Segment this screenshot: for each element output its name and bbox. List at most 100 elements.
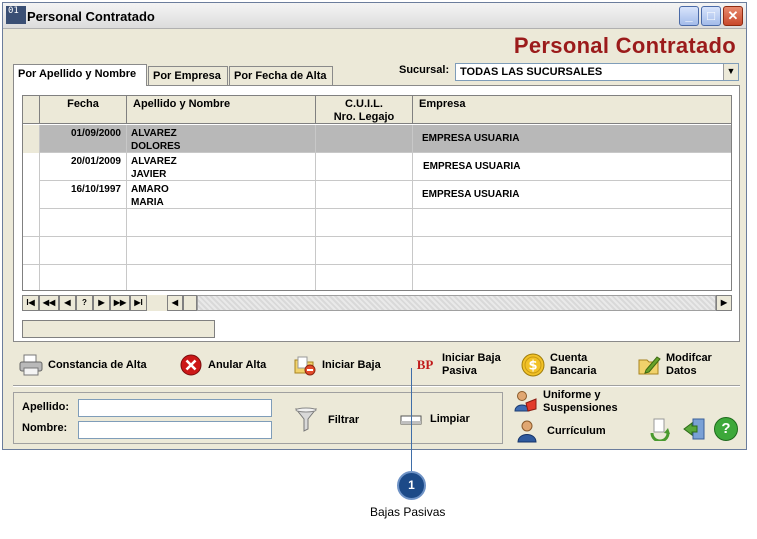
next-record-button[interactable]: ▶ — [93, 295, 110, 311]
cell-apellido-nombre: AMARO MARIA — [127, 181, 316, 209]
sucursal-value: TODAS LAS SUCURSALES — [460, 66, 603, 78]
bp-icon: BP — [416, 357, 434, 372]
cell-nombre: JAVIER — [131, 169, 167, 180]
cell-nombre: MARIA — [131, 197, 164, 208]
header-cuil-legajo[interactable]: C.U.I.L. Nro. Legajo — [316, 96, 413, 124]
modificar-datos-label: Modifcar Datos — [666, 352, 712, 378]
callout-badge: 1 — [397, 471, 426, 500]
help-icon[interactable]: ? — [714, 417, 738, 441]
tab-apellido-nombre[interactable]: Por Apellido y Nombre — [13, 64, 147, 86]
app-icon: 01 — [6, 6, 26, 24]
cell-empty — [316, 265, 413, 290]
title-bar: 01 Personal Contratado _ □ ✕ — [3, 3, 746, 29]
cell-cuil — [316, 125, 413, 153]
uniforme-suspensiones-button[interactable]: Uniforme y Suspensiones — [512, 389, 618, 415]
refresh-button[interactable] — [648, 417, 672, 444]
anular-alta-button[interactable]: Anular Alta — [179, 350, 266, 380]
cell-apellido: AMARO — [131, 184, 169, 195]
tab-fecha-alta[interactable]: Por Fecha de Alta — [229, 66, 333, 86]
maximize-button[interactable]: □ — [701, 6, 721, 26]
nombre-input[interactable] — [78, 421, 272, 439]
minimize-button[interactable]: _ — [679, 6, 699, 26]
cancel-icon — [179, 353, 203, 377]
iniciar-baja-pasiva-button[interactable]: BP Iniciar Baja Pasiva — [413, 350, 501, 380]
cuenta-bancaria-label: Cuenta Bancaria — [550, 352, 596, 378]
page-title: Personal Contratado — [513, 33, 736, 58]
exit-door-icon — [683, 418, 705, 440]
cuenta-bancaria-button[interactable]: $ Cuenta Bancaria — [521, 350, 596, 380]
cell-cuil — [316, 181, 413, 209]
constancia-alta-label: Constancia de Alta — [48, 358, 147, 371]
main-window: 01 Personal Contratado _ □ ✕ Personal Co… — [2, 2, 747, 450]
cell-nombre: DOLORES — [131, 141, 181, 152]
modificar-datos-button[interactable]: Modifcar Datos — [637, 350, 712, 380]
filtrar-label: Filtrar — [328, 413, 360, 426]
first-record-button[interactable]: I◀ — [22, 295, 39, 311]
table-row[interactable]: 16/10/1997 AMARO MARIA EMPRESA USUARIA — [23, 181, 731, 209]
tab-empresa[interactable]: Por Empresa — [148, 66, 228, 86]
uniforme-label: Uniforme y Suspensiones — [543, 389, 618, 415]
people-icon — [514, 391, 537, 412]
chevron-down-icon[interactable]: ▼ — [723, 64, 738, 80]
iniciar-baja-label: Iniciar Baja — [322, 358, 381, 371]
baja-pasiva-label: Iniciar Baja Pasiva — [442, 352, 501, 378]
constancia-alta-button[interactable]: Constancia de Alta — [19, 350, 147, 380]
header-apellido-nombre[interactable]: Apellido y Nombre — [127, 96, 316, 124]
apellido-input[interactable] — [78, 399, 272, 417]
scroll-right-button[interactable]: ▶ — [716, 295, 732, 311]
prev-record-button[interactable]: ◀ — [59, 295, 76, 311]
edit-icon — [637, 353, 661, 377]
curriculum-button[interactable]: Currículum — [516, 419, 606, 443]
callout-label: Bajas Pasivas — [370, 505, 446, 519]
close-button[interactable]: ✕ — [723, 6, 743, 26]
cell-fecha: 16/10/1997 — [40, 181, 127, 209]
table-row-empty[interactable] — [23, 265, 731, 290]
cell-empty — [316, 237, 413, 265]
exit-button[interactable] — [682, 417, 706, 444]
next-page-button[interactable]: ▶▶ — [110, 295, 130, 311]
cuenta-line2: Bancaria — [550, 365, 597, 377]
window-title: Personal Contratado — [27, 9, 155, 24]
cell-apellido-nombre: ALVAREZ JAVIER — [127, 153, 316, 181]
last-record-button[interactable]: ▶I — [130, 295, 147, 311]
baja-pasiva-line1: Iniciar Baja — [442, 352, 501, 364]
header-row-marker — [23, 96, 40, 124]
apellido-label: Apellido: — [22, 401, 70, 413]
svg-text:$: $ — [528, 359, 537, 374]
filter-icon — [294, 407, 318, 432]
row-marker — [23, 125, 40, 153]
table-row[interactable]: 20/01/2009 ALVAREZ JAVIER EMPRESA USUARI… — [23, 153, 731, 181]
cell-apellido: ALVAREZ — [131, 156, 177, 167]
filtrar-button[interactable]: Filtrar — [294, 407, 359, 433]
table-row[interactable]: 01/09/2000 ALVAREZ DOLORES EMPRESA USUAR… — [23, 125, 731, 153]
cell-empresa: EMPRESA USUARIA — [422, 189, 520, 200]
scroll-thumb[interactable] — [183, 295, 197, 311]
cell-fecha: 20/01/2009 — [40, 153, 127, 181]
person-icon — [517, 420, 537, 443]
cell-empresa: EMPRESA USUARIA — [422, 133, 520, 144]
nombre-label: Nombre: — [22, 422, 68, 434]
cell-empty — [127, 209, 316, 237]
cell-empresa: EMPRESA USUARIA — [423, 161, 521, 172]
prev-page-button[interactable]: ◀◀ — [39, 295, 59, 311]
table-row-empty[interactable] — [23, 237, 731, 265]
help-record-button[interactable]: ? — [76, 295, 93, 311]
anular-alta-label: Anular Alta — [208, 358, 267, 371]
uniforme-line1: Uniforme y — [543, 389, 601, 401]
header-empresa[interactable]: Empresa — [413, 96, 731, 124]
callout-line — [411, 368, 412, 471]
scroll-left-button[interactable]: ◀ — [167, 295, 183, 311]
header-fecha[interactable]: Fecha — [40, 96, 127, 124]
cuenta-line1: Cuenta — [550, 352, 588, 364]
curriculum-label: Currículum — [547, 424, 606, 437]
cell-empty — [40, 265, 127, 290]
baja-pasiva-line2: Pasiva — [442, 365, 477, 377]
data-grid[interactable]: Fecha Apellido y Nombre C.U.I.L. Nro. Le… — [22, 95, 732, 291]
cell-empty — [127, 237, 316, 265]
row-marker — [23, 265, 40, 290]
iniciar-baja-button[interactable]: Iniciar Baja — [293, 350, 381, 380]
sucursal-select[interactable]: TODAS LAS SUCURSALES ▼ — [455, 63, 739, 81]
table-row-empty[interactable] — [23, 209, 731, 237]
horizontal-scrollbar[interactable] — [197, 295, 716, 311]
modificar-line2: Datos — [666, 365, 697, 377]
